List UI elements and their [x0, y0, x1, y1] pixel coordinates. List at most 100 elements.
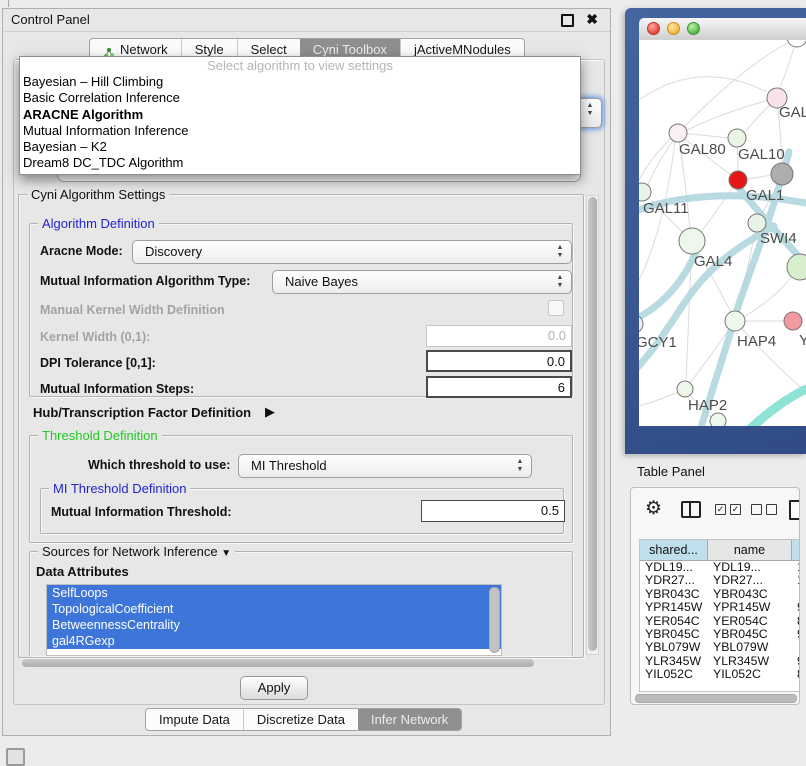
table-cell: YBR045C	[640, 628, 708, 641]
network-window-titlebar[interactable]	[639, 18, 806, 41]
data-attributes-label: Data Attributes	[36, 564, 129, 579]
spinner-arrows-icon: ▲▼	[554, 274, 566, 290]
kernel-width-label: Kernel Width (0,1):	[40, 330, 150, 344]
table-panel: ⚙ ✓✓ shared...name YDL19...YDL19...13YDR…	[630, 487, 800, 705]
algorithm-option-aracne-algorithm[interactable]: ARACNE Algorithm	[20, 107, 580, 123]
table-cell: YBL079W	[640, 641, 708, 654]
table-cell: YER054C	[708, 615, 792, 628]
expand-arrow-icon[interactable]: ▶	[265, 404, 275, 420]
table-row[interactable]: YIL052CYIL052C8.	[640, 668, 799, 681]
attribute-item-topologicalcoefficient[interactable]: TopologicalCoefficient	[47, 601, 501, 617]
algorithm-option-bayesian-k2[interactable]: Bayesian – K2	[20, 139, 580, 155]
apply-button[interactable]: Apply	[240, 676, 308, 700]
table-row[interactable]: YBR045CYBR045C9.	[640, 628, 799, 641]
network-node-gal1[interactable]	[729, 171, 747, 189]
close-icon[interactable]: ✖	[586, 11, 598, 28]
sources-title[interactable]: Sources for Network Inference ▼	[38, 544, 235, 559]
node-label: GCY1	[639, 334, 677, 351]
kernel-width-field[interactable]: 0.0	[426, 325, 572, 347]
network-node[interactable]	[787, 254, 806, 280]
algorithm-option-basic-correlation-inference[interactable]: Basic Correlation Inference	[20, 90, 580, 106]
tab-discretize-data[interactable]: Discretize Data	[243, 709, 358, 730]
deselect-all-icon[interactable]	[751, 504, 777, 515]
table-row[interactable]: YDL19...YDL19...13	[640, 561, 799, 574]
data-attributes-list[interactable]: SelfLoopsTopologicalCoefficientBetweenne…	[46, 584, 502, 656]
mi-threshold-group: MI Threshold Definition Mutual Informati…	[40, 488, 564, 534]
control-panel-window: Control Panel ✖ NetworkStyleSelectCyni T…	[2, 8, 611, 736]
threshold-definition-group: Threshold Definition Which threshold to …	[29, 435, 573, 543]
mi-type-combo[interactable]: Naive Bayes ▲▼	[272, 270, 572, 294]
panel-corner-icon[interactable]	[6, 748, 25, 766]
network-node-gal10[interactable]	[728, 129, 746, 147]
table-cell: YBR043C	[708, 588, 792, 601]
table-cell: YDL19...	[640, 561, 708, 574]
network-node-y[interactable]	[784, 312, 802, 330]
close-traffic-light[interactable]	[647, 22, 660, 35]
attribute-item-gal4rgexp[interactable]: gal4RGexp	[47, 633, 501, 649]
node-table: shared...name YDL19...YDL19...13YDR27...…	[639, 539, 800, 692]
aracne-mode-label: Aracne Mode:	[40, 244, 123, 258]
collapse-arrow-icon: ▼	[221, 548, 231, 559]
table-cell: 9.	[792, 628, 800, 641]
network-node-gal11[interactable]	[639, 183, 651, 201]
table-row[interactable]: YDR27...YDR27...12	[640, 574, 799, 587]
mi-threshold-field[interactable]: 0.5	[421, 500, 565, 522]
columns-icon[interactable]	[681, 501, 701, 518]
settings-hscrollbar[interactable]	[22, 659, 534, 667]
list-scrollbar[interactable]	[489, 587, 500, 653]
attribute-item-selfloops[interactable]: SelfLoops	[47, 585, 501, 601]
sources-group: Sources for Network Inference ▼ Data Att…	[29, 551, 573, 656]
network-node-hap4[interactable]	[725, 311, 745, 331]
gear-icon[interactable]: ⚙	[645, 497, 662, 520]
select-all-icon[interactable]: ✓✓	[715, 504, 741, 515]
attribute-item-betweennesscentrality[interactable]: BetweennessCentrality	[47, 617, 501, 633]
float-window-icon[interactable]	[561, 14, 574, 27]
aracne-mode-value: Discovery	[145, 244, 202, 259]
minimize-traffic-light[interactable]	[667, 22, 680, 35]
table-cell: YBR045C	[708, 628, 792, 641]
dpi-tolerance-field[interactable]: 0.0	[426, 350, 572, 372]
algorithm-option-mutual-information-inference[interactable]: Mutual Information Inference	[20, 123, 580, 139]
page-icon[interactable]	[789, 500, 800, 520]
tab-impute-data[interactable]: Impute Data	[146, 709, 243, 730]
column-header-name[interactable]: name	[708, 540, 792, 560]
table-cell: 9.	[792, 655, 800, 668]
table-header: shared...name	[640, 540, 799, 561]
algorithm-option-dream8-dc-tdc-algorithm[interactable]: Dream8 DC_TDC Algorithm	[20, 155, 580, 171]
network-node[interactable]	[787, 40, 806, 47]
settings-vscrollbar[interactable]	[586, 195, 599, 655]
mi-steps-field[interactable]: 6	[426, 376, 572, 398]
network-node[interactable]	[771, 163, 793, 185]
column-header-shared-[interactable]: shared...	[640, 540, 708, 560]
network-node-gal4[interactable]	[679, 228, 705, 254]
spinner-arrows-icon: ▲▼	[554, 244, 566, 260]
network-node-gal80[interactable]	[669, 124, 687, 142]
network-node[interactable]	[710, 413, 726, 426]
table-row[interactable]: YBR043CYBR043C	[640, 588, 799, 601]
node-label: GAL11	[643, 200, 689, 217]
table-panel-title: Table Panel	[637, 464, 705, 479]
column-header-hidden[interactable]	[792, 540, 800, 560]
mi-type-value: Naive Bayes	[285, 274, 358, 289]
zoom-traffic-light[interactable]	[687, 22, 700, 35]
which-threshold-combo[interactable]: MI Threshold ▲▼	[238, 454, 532, 478]
table-row[interactable]: YBL079WYBL079W	[640, 641, 799, 654]
table-row[interactable]: YPR145WYPR145W9.	[640, 601, 799, 614]
network-canvas[interactable]: GALGAL80GAL10GAL1GAL11SWI4GAL4HAP4YGCY1H…	[639, 40, 806, 426]
table-cell: YPR145W	[640, 601, 708, 614]
network-node-hap2[interactable]	[677, 381, 693, 397]
aracne-mode-combo[interactable]: Discovery ▲▼	[132, 240, 572, 264]
spinner-arrows-icon: ▲▼	[514, 458, 526, 474]
manual-kernel-checkbox[interactable]	[548, 300, 564, 316]
control-panel-titlebar: Control Panel ✖	[3, 9, 610, 32]
table-row[interactable]: YLR345WYLR345W9.	[640, 655, 799, 668]
network-edge-mint	[751, 387, 806, 426]
table-cell	[792, 641, 800, 654]
mi-threshold-label: Mutual Information Threshold:	[51, 505, 232, 519]
algorithm-option-bayesian-hill-climbing[interactable]: Bayesian – Hill Climbing	[20, 74, 580, 90]
table-row[interactable]: YER054CYER054C8.	[640, 615, 799, 628]
table-hscrollbar[interactable]	[635, 694, 797, 703]
tab-infer-network[interactable]: Infer Network	[358, 709, 461, 730]
hub-definition-label[interactable]: Hub/Transcription Factor Definition	[33, 405, 251, 420]
node-label: GAL4	[694, 253, 732, 270]
